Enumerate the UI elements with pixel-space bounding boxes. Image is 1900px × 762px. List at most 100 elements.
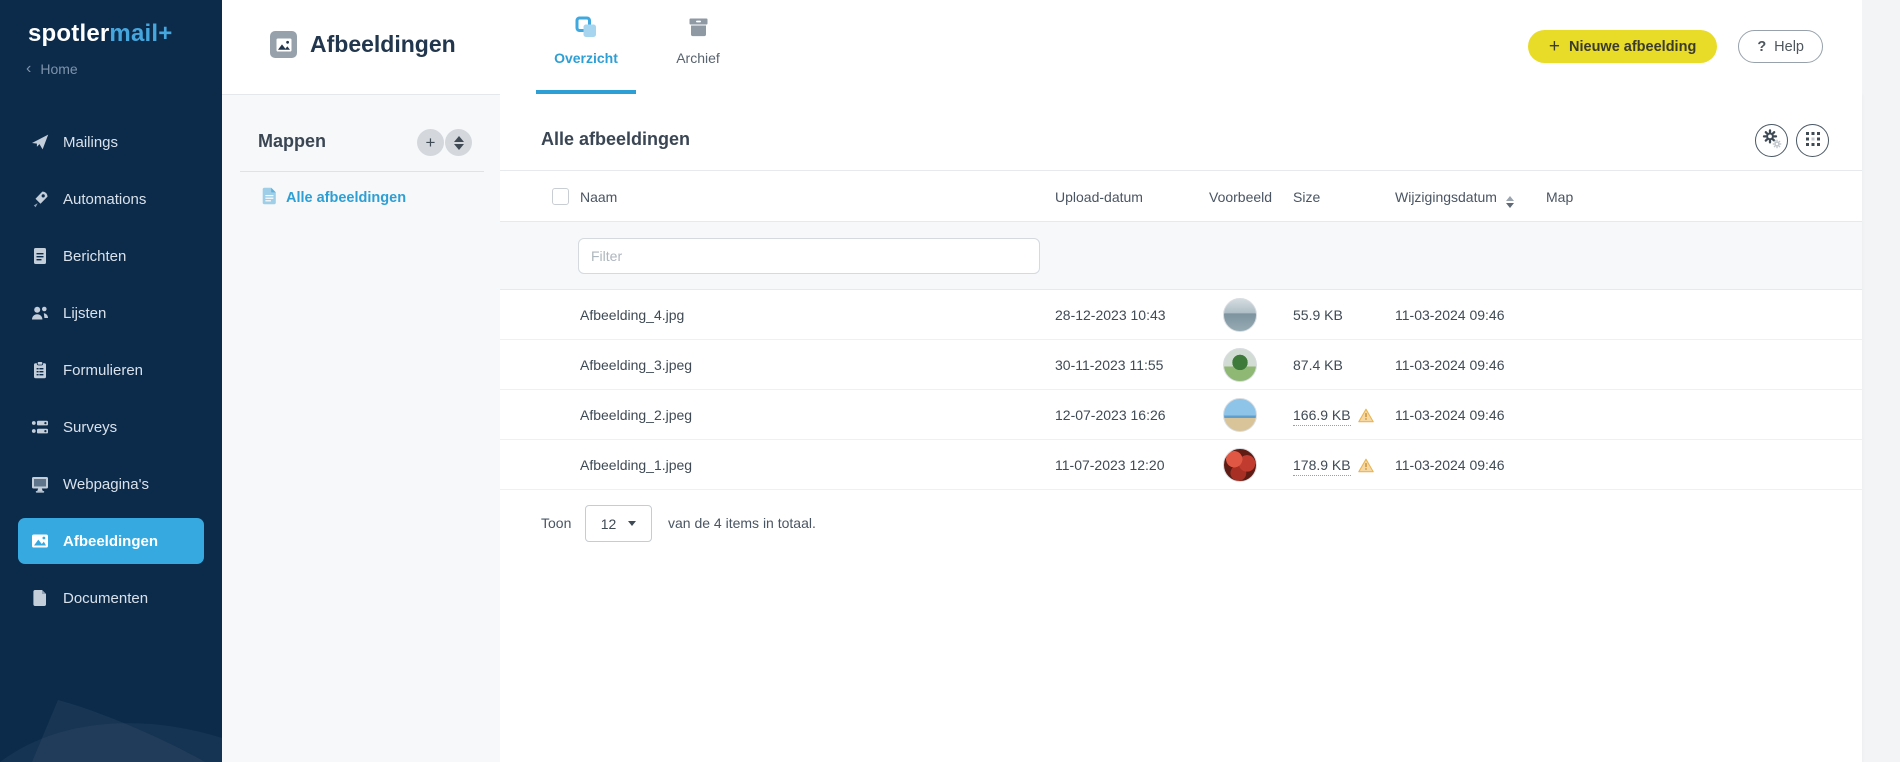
sidebar: spotlermail+ ‹ Home Mailings Automations (0, 0, 222, 762)
header-actions: + Nieuwe afbeelding ? Help (1528, 30, 1823, 63)
sidebar-item-automations[interactable]: Automations (18, 176, 204, 222)
row-file-name[interactable]: Afbeelding_4.jpg (580, 290, 684, 340)
page-title: Afbeeldingen (310, 31, 456, 58)
new-image-button[interactable]: + Nieuwe afbeelding (1528, 30, 1717, 63)
table-row[interactable]: Afbeelding_4.jpg 28-12-2023 10:43 55.9 K… (500, 290, 1862, 340)
folders-panel: Mappen + Alle afbeeldingen (222, 94, 500, 762)
row-file-name[interactable]: Afbeelding_3.jpeg (580, 340, 692, 390)
row-size-with-warning[interactable]: 178.9 KB (1293, 440, 1374, 491)
row-size-with-warning[interactable]: 166.9 KB (1293, 390, 1374, 441)
beach-thumbnail[interactable] (1223, 398, 1257, 432)
sidebar-item-surveys[interactable]: Surveys (18, 404, 204, 450)
tree-landscape-thumbnail[interactable] (1223, 348, 1257, 382)
grid-view-button[interactable] (1796, 124, 1829, 157)
question-mark-icon: ? (1757, 39, 1766, 55)
plus-icon: + (426, 134, 436, 151)
table-row[interactable]: Afbeelding_1.jpeg 11-07-2023 12:20 178.9… (500, 440, 1862, 490)
red-fruit-thumbnail[interactable] (1223, 448, 1257, 482)
row-size[interactable]: 166.9 KB (1293, 405, 1351, 426)
monitor-icon (30, 474, 50, 494)
column-header-wijzigingsdatum[interactable]: Wijzigingsdatum (1395, 171, 1514, 223)
gears-icon (1761, 128, 1783, 153)
sidebar-item-formulieren[interactable]: Formulieren (18, 347, 204, 393)
row-size[interactable]: 178.9 KB (1293, 455, 1351, 476)
grid-dots-icon (1804, 130, 1822, 151)
help-button-label: Help (1774, 39, 1804, 55)
settings-button[interactable] (1755, 124, 1788, 157)
sidebar-item-label: Formulieren (63, 362, 143, 379)
main-panel: Alle afbeeldingen (500, 94, 1862, 762)
column-header-naam[interactable]: Naam (580, 171, 617, 223)
sidebar-item-label: Lijsten (63, 305, 106, 322)
sidebar-decorative-swoosh (0, 612, 222, 762)
table-actions (1755, 124, 1829, 157)
tab-label: Archief (676, 50, 720, 66)
brand-logo: spotlermail+ (28, 20, 172, 48)
column-header-voorbeeld: Voorbeeld (1209, 171, 1272, 223)
sort-folders-button[interactable] (445, 129, 472, 156)
sort-arrows-icon (1506, 196, 1514, 208)
sidebar-item-label: Berichten (63, 248, 126, 265)
app-window: spotlermail+ ‹ Home Mailings Automations (0, 0, 1900, 762)
brand-logo-primary: spotler (28, 20, 109, 47)
page-size-select[interactable]: 12 (585, 505, 652, 542)
file-icon (262, 187, 277, 209)
row-modified-date: 11-03-2024 09:46 (1395, 340, 1505, 390)
filter-row (500, 222, 1862, 290)
page-title-wrap: Afbeeldingen (270, 31, 456, 58)
table-row[interactable]: Afbeelding_3.jpeg 30-11-2023 11:55 87.4 … (500, 340, 1862, 390)
folder-item-alle-afbeeldingen[interactable]: Alle afbeeldingen (262, 187, 406, 209)
divider (240, 171, 484, 172)
image-icon (30, 531, 50, 551)
sea-landscape-thumbnail[interactable] (1223, 298, 1257, 332)
pagination-bar: Toon 12 van de 4 items in totaal. (500, 505, 1862, 542)
select-all-checkbox[interactable] (552, 188, 569, 205)
total-items-label: van de 4 items in totaal. (668, 505, 816, 542)
home-back-link[interactable]: ‹ Home (26, 61, 78, 77)
row-size: 87.4 KB (1293, 340, 1343, 390)
sidebar-item-berichten[interactable]: Berichten (18, 233, 204, 279)
home-back-label: Home (40, 61, 77, 77)
row-file-name[interactable]: Afbeelding_1.jpeg (580, 440, 692, 490)
row-upload-date: 28-12-2023 10:43 (1055, 290, 1166, 340)
row-upload-date: 11-07-2023 12:20 (1055, 440, 1165, 490)
filter-input[interactable] (578, 238, 1040, 274)
sidebar-item-lijsten[interactable]: Lijsten (18, 290, 204, 336)
sidebar-item-label: Automations (63, 191, 146, 208)
column-header-upload-datum[interactable]: Upload-datum (1055, 171, 1143, 223)
brand-logo-secondary: mail+ (109, 20, 172, 47)
page-size-value: 12 (601, 516, 617, 532)
column-header-size[interactable]: Size (1293, 171, 1320, 223)
row-upload-date: 30-11-2023 11:55 (1055, 340, 1163, 390)
tab-bar: Overzicht Archief (536, 0, 748, 94)
sidebar-item-label: Surveys (63, 419, 117, 436)
table-header-row: Naam Upload-datum Voorbeeld Size Wijzigi… (500, 170, 1862, 222)
tab-archief[interactable]: Archief (648, 0, 748, 94)
sidebar-item-label: Afbeeldingen (63, 533, 158, 550)
chevron-down-icon (628, 521, 636, 526)
sidebar-item-afbeeldingen[interactable]: Afbeeldingen (18, 518, 204, 564)
row-modified-date: 11-03-2024 09:46 (1395, 390, 1505, 440)
add-folder-button[interactable]: + (417, 129, 444, 156)
sidebar-item-mailings[interactable]: Mailings (18, 119, 204, 165)
column-header-map: Map (1546, 171, 1573, 223)
sidebar-item-webpaginas[interactable]: Webpagina's (18, 461, 204, 507)
new-image-button-label: Nieuwe afbeelding (1569, 39, 1696, 55)
page-header: Afbeeldingen Overzicht Archief + Nieuwe … (222, 0, 1862, 94)
help-button[interactable]: ? Help (1738, 30, 1823, 63)
paper-plane-icon (30, 132, 50, 152)
tab-overzicht[interactable]: Overzicht (536, 0, 636, 94)
folder-item-label: Alle afbeeldingen (286, 190, 406, 206)
rocket-icon (30, 189, 50, 209)
table-row[interactable]: Afbeelding_2.jpeg 12-07-2023 16:26 166.9… (500, 390, 1862, 440)
warning-triangle-icon (1358, 408, 1374, 423)
users-icon (30, 303, 50, 323)
row-size: 55.9 KB (1293, 290, 1343, 340)
plus-icon: + (1549, 39, 1560, 55)
sidebar-item-label: Webpagina's (63, 476, 149, 493)
tab-label: Overzicht (554, 50, 618, 66)
row-file-name[interactable]: Afbeelding_2.jpeg (580, 390, 692, 440)
row-modified-date: 11-03-2024 09:46 (1395, 440, 1505, 490)
clipboard-icon (30, 360, 50, 380)
archive-box-icon (687, 16, 710, 42)
